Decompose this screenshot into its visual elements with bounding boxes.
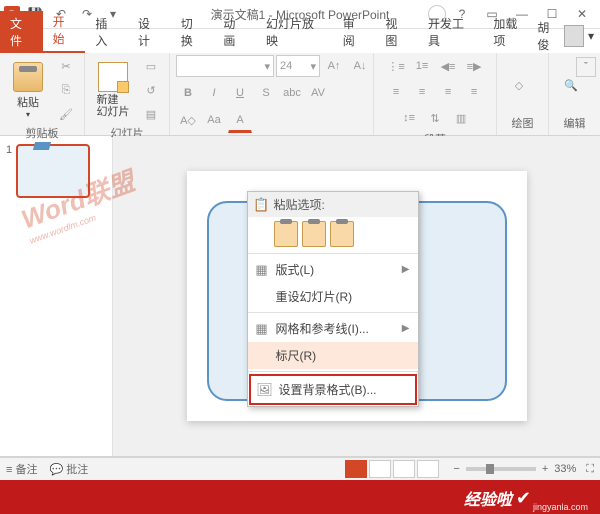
bullets[interactable]: ⋮≡ (384, 55, 408, 77)
tab-slideshow[interactable]: 幻灯片放映 (256, 11, 333, 53)
slide-thumbnail-1[interactable] (16, 144, 90, 198)
paste-option-1[interactable] (274, 221, 298, 247)
view-sorter[interactable] (369, 460, 391, 478)
ctx-paste-options-header: 📋 粘贴选项: (248, 192, 418, 217)
new-slide-icon (98, 62, 128, 92)
ctx-reset-slide[interactable]: 重设幻灯片(R) (248, 283, 418, 310)
tab-developer[interactable]: 开发工具 (418, 11, 483, 53)
group-paragraph: ⋮≡ 1≡ ◀≡ ≡▶ ≡ ≡ ≡ ≡ ↕≡ ⇅ ▥ 段落 (374, 53, 497, 135)
ribbon: 粘贴 ▾ ✂ ⎘ 🖌 剪贴板 新建 幻灯片 ▭ ↺ ▤ 幻灯片 (0, 53, 600, 136)
zoom-level[interactable]: 33% (554, 463, 576, 475)
view-reading[interactable] (393, 460, 415, 478)
clipboard-label: 剪贴板 (6, 125, 78, 143)
user-menu-arrow[interactable]: ▾ (588, 29, 594, 43)
line-spacing[interactable]: ↕≡ (397, 107, 421, 129)
bold-button[interactable]: B (176, 82, 200, 104)
tab-file[interactable]: 文件 (0, 11, 43, 53)
tab-review[interactable]: 审阅 (333, 11, 376, 53)
shrink-font[interactable]: A↓ (348, 55, 372, 77)
ctx-layout[interactable]: ▦ 版式(L)▶ (248, 256, 418, 283)
cut-button[interactable]: ✂ (54, 55, 78, 77)
user-name[interactable]: 胡俊 (537, 19, 559, 53)
ctx-format-background[interactable]: 🖼 设置背景格式(B)... (249, 374, 417, 405)
thumb-number: 1 (6, 144, 12, 198)
underline-button[interactable]: U (228, 82, 252, 104)
grid-icon: ▦ (254, 321, 270, 337)
ctx-grid-guides[interactable]: ▦ 网格和参考线(I)...▶ (248, 315, 418, 342)
shadow-button[interactable]: abc (280, 82, 304, 104)
reset-button[interactable]: ↺ (139, 79, 163, 101)
grow-font[interactable]: A↑ (322, 55, 346, 77)
paste-button[interactable]: 粘贴 ▾ (6, 60, 50, 120)
ribbon-tabs: 文件 开始 插入 设计 切换 动画 幻灯片放映 审阅 视图 开发工具 加载项 胡… (0, 29, 600, 53)
footer-brand: 经验啦 (464, 486, 512, 510)
tab-addins[interactable]: 加载项 (483, 11, 537, 53)
comments-button[interactable]: 批注 (66, 464, 88, 476)
new-slide-button[interactable]: 新建 幻灯片 (91, 60, 135, 120)
font-family-select[interactable]: ▾ (176, 55, 274, 77)
tab-design[interactable]: 设计 (128, 11, 171, 53)
editing-label: 编辑 (555, 115, 594, 133)
align-justify[interactable]: ≡ (462, 81, 486, 103)
italic-button[interactable]: I (202, 82, 226, 104)
group-clipboard: 粘贴 ▾ ✂ ⎘ 🖌 剪贴板 (0, 53, 85, 135)
collapse-ribbon[interactable]: ˇ (576, 57, 596, 77)
tab-home[interactable]: 开始 (43, 9, 86, 53)
clipboard-icon: 📋 (254, 197, 270, 213)
check-icon: ✔ (516, 488, 531, 509)
notes-button[interactable]: 备注 (15, 464, 37, 476)
group-font: ▾ 24▾ A↑ A↓ B I U S abc AV A◇ Aa A 字体 (170, 53, 374, 135)
layout-icon: ▦ (254, 262, 270, 278)
group-slides: 新建 幻灯片 ▭ ↺ ▤ 幻灯片 (85, 53, 170, 135)
view-normal[interactable] (345, 460, 367, 478)
tab-view[interactable]: 视图 (375, 11, 418, 53)
format-bg-icon: 🖼 (257, 382, 273, 398)
spacing-button[interactable]: AV (306, 82, 330, 104)
numbering[interactable]: 1≡ (410, 55, 434, 77)
shapes-button[interactable]: ◇ (503, 64, 535, 106)
indent-inc[interactable]: ≡▶ (462, 55, 486, 77)
fit-window[interactable]: ⛶ (586, 463, 594, 476)
zoom-out[interactable]: − (453, 463, 459, 475)
copy-button[interactable]: ⎘ (54, 79, 78, 101)
user-avatar[interactable] (564, 25, 584, 47)
align-left[interactable]: ≡ (384, 81, 408, 103)
text-direction[interactable]: ⇅ (423, 107, 447, 129)
zoom-in[interactable]: + (542, 463, 548, 475)
layout-button[interactable]: ▭ (139, 55, 163, 77)
align-center[interactable]: ≡ (410, 81, 434, 103)
section-button[interactable]: ▤ (139, 103, 163, 125)
align-right[interactable]: ≡ (436, 81, 460, 103)
context-menu: 📋 粘贴选项: ▦ 版式(L)▶ 重设幻灯片(R) (247, 191, 419, 407)
format-painter[interactable]: 🖌 (54, 103, 78, 125)
paste-option-2[interactable] (302, 221, 326, 247)
thumbnail-panel: 1 (0, 136, 113, 456)
zoom-slider[interactable] (466, 467, 536, 471)
current-slide[interactable]: 📋 粘贴选项: ▦ 版式(L)▶ 重设幻灯片(R) (187, 171, 527, 421)
font-color[interactable]: A (228, 109, 252, 133)
workspace: 1 📋 粘贴选项: ▦ (0, 136, 600, 457)
indent-dec[interactable]: ◀≡ (436, 55, 460, 77)
ctx-ruler[interactable]: 标尺(R) (248, 342, 418, 369)
footer-url: jingyanla.com (533, 502, 588, 512)
tab-animations[interactable]: 动画 (213, 11, 256, 53)
group-drawing: ◇ 绘图 (497, 53, 549, 135)
strike-button[interactable]: S (254, 82, 278, 104)
view-slideshow[interactable] (417, 460, 439, 478)
clear-format[interactable]: A◇ (176, 109, 200, 131)
paste-option-3[interactable] (330, 221, 354, 247)
change-case[interactable]: Aa (202, 109, 226, 131)
tab-transitions[interactable]: 切换 (171, 11, 214, 53)
drawing-label: 绘图 (503, 115, 542, 133)
font-size-select[interactable]: 24▾ (276, 55, 320, 77)
columns[interactable]: ▥ (449, 107, 473, 129)
paste-icon (13, 62, 43, 92)
tab-insert[interactable]: 插入 (85, 11, 128, 53)
ctx-paste-options (248, 217, 418, 251)
slide-canvas[interactable]: 📋 粘贴选项: ▦ 版式(L)▶ 重设幻灯片(R) (113, 136, 600, 456)
status-bar: ≡ 备注 💬 批注 − + 33% ⛶ (0, 457, 600, 480)
footer-brand-bar: 经验啦 ✔ jingyanla.com (0, 480, 600, 514)
